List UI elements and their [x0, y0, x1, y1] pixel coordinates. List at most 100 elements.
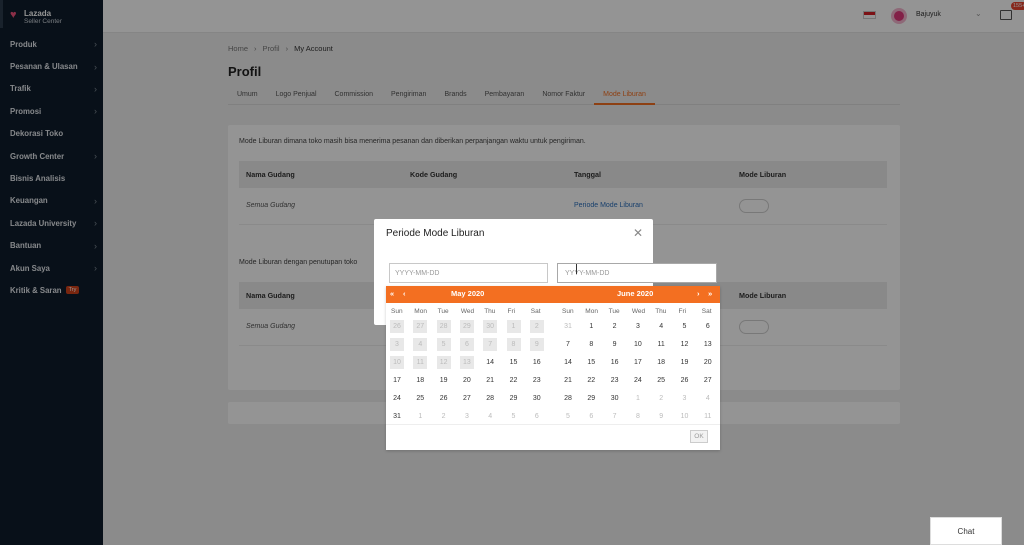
calendar-day[interactable]: 16: [530, 356, 544, 369]
end-date-input[interactable]: YYYY-MM-DD: [557, 263, 717, 283]
calendar-day: 3: [390, 338, 404, 351]
calendar-day[interactable]: 4: [654, 320, 668, 333]
weekday-header: Fri: [507, 308, 516, 315]
calendar-day[interactable]: 26: [678, 374, 692, 387]
weekday-header: Sun: [391, 308, 403, 315]
calendar-day[interactable]: 15: [584, 356, 598, 369]
calendar-day[interactable]: 27: [701, 374, 715, 387]
left-month-label[interactable]: May 2020: [451, 289, 484, 298]
calendar-day[interactable]: 8: [631, 410, 645, 423]
right-month-label[interactable]: June 2020: [617, 289, 653, 298]
calendar-day[interactable]: 14: [561, 356, 575, 369]
calendar-day[interactable]: 22: [507, 374, 521, 387]
calendar-day[interactable]: 28: [561, 392, 575, 405]
calendar-day[interactable]: 20: [460, 374, 474, 387]
calendar-day[interactable]: 25: [413, 392, 427, 405]
calendar-day[interactable]: 1: [631, 392, 645, 405]
dialog-title: Periode Mode Liburan: [386, 228, 485, 239]
calendar-day: 9: [529, 338, 544, 351]
calendar-header: « ‹ May 2020 June 2020 › »: [386, 286, 720, 303]
ok-button[interactable]: OK: [690, 430, 708, 443]
calendar-day[interactable]: 9: [608, 338, 622, 351]
calendar-day[interactable]: 30: [608, 392, 622, 405]
calendar-day: 11: [413, 356, 428, 369]
calendar-day[interactable]: 24: [631, 374, 645, 387]
calendar-day[interactable]: 7: [561, 338, 575, 351]
calendar-day[interactable]: 25: [654, 374, 668, 387]
calendar-day[interactable]: 10: [678, 410, 692, 423]
calendar-day[interactable]: 19: [678, 356, 692, 369]
calendar-day[interactable]: 26: [437, 392, 451, 405]
weekday-header: Thu: [655, 308, 667, 315]
calendar-day[interactable]: 15: [507, 356, 521, 369]
calendar-day[interactable]: 27: [460, 392, 474, 405]
calendar-day[interactable]: 5: [561, 410, 575, 423]
calendar-day[interactable]: 2: [437, 410, 451, 423]
calendar-day[interactable]: 3: [678, 392, 692, 405]
calendar-day[interactable]: 28: [483, 392, 497, 405]
calendar-day[interactable]: 12: [678, 338, 692, 351]
calendar-day[interactable]: 6: [530, 410, 544, 423]
calendar-day[interactable]: 9: [654, 410, 668, 423]
calendar-day[interactable]: 1: [584, 320, 598, 333]
calendar-day[interactable]: 21: [483, 374, 497, 387]
calendar-day[interactable]: 23: [608, 374, 622, 387]
calendar-day[interactable]: 10: [631, 338, 645, 351]
calendar-day[interactable]: 14: [483, 356, 497, 369]
calendar-day[interactable]: 29: [584, 392, 598, 405]
calendar-day[interactable]: 6: [584, 410, 598, 423]
calendar-day[interactable]: 3: [460, 410, 474, 423]
calendar-day[interactable]: 24: [390, 392, 404, 405]
calendar-day[interactable]: 18: [413, 374, 427, 387]
calendar-day[interactable]: 30: [530, 392, 544, 405]
calendar-day[interactable]: 20: [701, 356, 715, 369]
calendar-day[interactable]: 4: [483, 410, 497, 423]
calendar-day[interactable]: 31: [390, 410, 404, 423]
calendar-day: 29: [459, 320, 474, 333]
weekday-header: Mon: [585, 308, 598, 315]
calendar-day: 8: [506, 338, 521, 351]
calendar-day[interactable]: 4: [701, 392, 715, 405]
weekday-header: Tue: [608, 308, 620, 315]
calendar-day: 13: [459, 356, 474, 369]
calendar-day[interactable]: 19: [437, 374, 451, 387]
calendar-day: 5: [436, 338, 451, 351]
calendar-day: 12: [436, 356, 451, 369]
prev-year-icon[interactable]: «: [390, 289, 394, 298]
calendar-day[interactable]: 18: [654, 356, 668, 369]
next-year-icon[interactable]: »: [708, 289, 712, 298]
calendar-day[interactable]: 5: [678, 320, 692, 333]
calendar-day[interactable]: 22: [584, 374, 598, 387]
calendar-day[interactable]: 2: [608, 320, 622, 333]
calendar-day[interactable]: 1: [413, 410, 427, 423]
chat-button[interactable]: Chat: [930, 517, 1002, 545]
calendar-day[interactable]: 29: [507, 392, 521, 405]
calendar-day[interactable]: 21: [561, 374, 575, 387]
start-date-input[interactable]: YYYY-MM-DD: [389, 263, 548, 283]
calendar-day[interactable]: 8: [584, 338, 598, 351]
calendar-day[interactable]: 5: [507, 410, 521, 423]
close-icon[interactable]: ✕: [633, 226, 643, 240]
calendar-day: 2: [529, 320, 544, 333]
calendar-day[interactable]: 11: [654, 338, 668, 351]
calendar-day: 4: [413, 338, 428, 351]
weekday-header: Thu: [484, 308, 496, 315]
calendar-day[interactable]: 17: [631, 356, 645, 369]
next-month-icon[interactable]: ›: [697, 289, 700, 298]
weekday-header: Fri: [678, 308, 687, 315]
calendar-day: 30: [483, 320, 498, 333]
calendar-day[interactable]: 31: [561, 320, 575, 333]
calendar-day[interactable]: 7: [608, 410, 622, 423]
calendar-day[interactable]: 16: [608, 356, 622, 369]
calendar-day: 27: [413, 320, 428, 333]
calendar-day: 28: [436, 320, 451, 333]
calendar-day[interactable]: 13: [701, 338, 715, 351]
prev-month-icon[interactable]: ‹: [403, 289, 406, 298]
calendar-day[interactable]: 6: [701, 320, 715, 333]
calendar-day[interactable]: 17: [390, 374, 404, 387]
calendar-day[interactable]: 11: [701, 410, 715, 423]
weekday-header: Wed: [631, 308, 646, 315]
calendar-day[interactable]: 2: [654, 392, 668, 405]
calendar-day[interactable]: 23: [530, 374, 544, 387]
calendar-day[interactable]: 3: [631, 320, 645, 333]
